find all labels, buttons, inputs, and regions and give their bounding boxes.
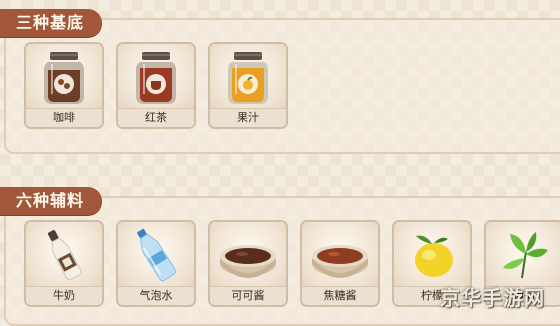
item-label: 可可酱 — [210, 286, 286, 305]
black-tea-jar-icon — [118, 44, 194, 109]
item-milk[interactable]: 牛奶 — [24, 220, 104, 307]
item-sparkling-water[interactable]: 气泡水 — [116, 220, 196, 307]
watermark: 京华手游网 — [440, 286, 545, 310]
caramel-sauce-bowl-icon — [302, 222, 378, 287]
item-juice[interactable]: 果汁 — [208, 42, 288, 129]
item-label: 咖啡 — [26, 108, 102, 127]
item-label: 红茶 — [118, 108, 194, 127]
section-title-toppings: 六种辅料 — [0, 187, 103, 215]
lemon-icon — [394, 222, 470, 287]
cocoa-sauce-bowl-icon — [210, 222, 286, 287]
item-coffee[interactable]: 咖啡 — [24, 42, 104, 129]
item-black-tea[interactable]: 红茶 — [116, 42, 196, 129]
item-label: 牛奶 — [26, 286, 102, 305]
coffee-jar-icon — [26, 44, 102, 109]
sparkling-water-bottle-icon — [118, 222, 194, 287]
item-cocoa-sauce[interactable]: 可可酱 — [208, 220, 288, 307]
juice-jar-icon — [210, 44, 286, 109]
item-label: 焦糖酱 — [302, 286, 378, 305]
section-title-base: 三种基底 — [0, 9, 103, 37]
item-label: 果汁 — [210, 108, 286, 127]
item-caramel-sauce[interactable]: 焦糖酱 — [300, 220, 380, 307]
milk-bottle-icon — [26, 222, 102, 287]
item-label: 气泡水 — [118, 286, 194, 305]
mint-icon — [486, 222, 560, 287]
